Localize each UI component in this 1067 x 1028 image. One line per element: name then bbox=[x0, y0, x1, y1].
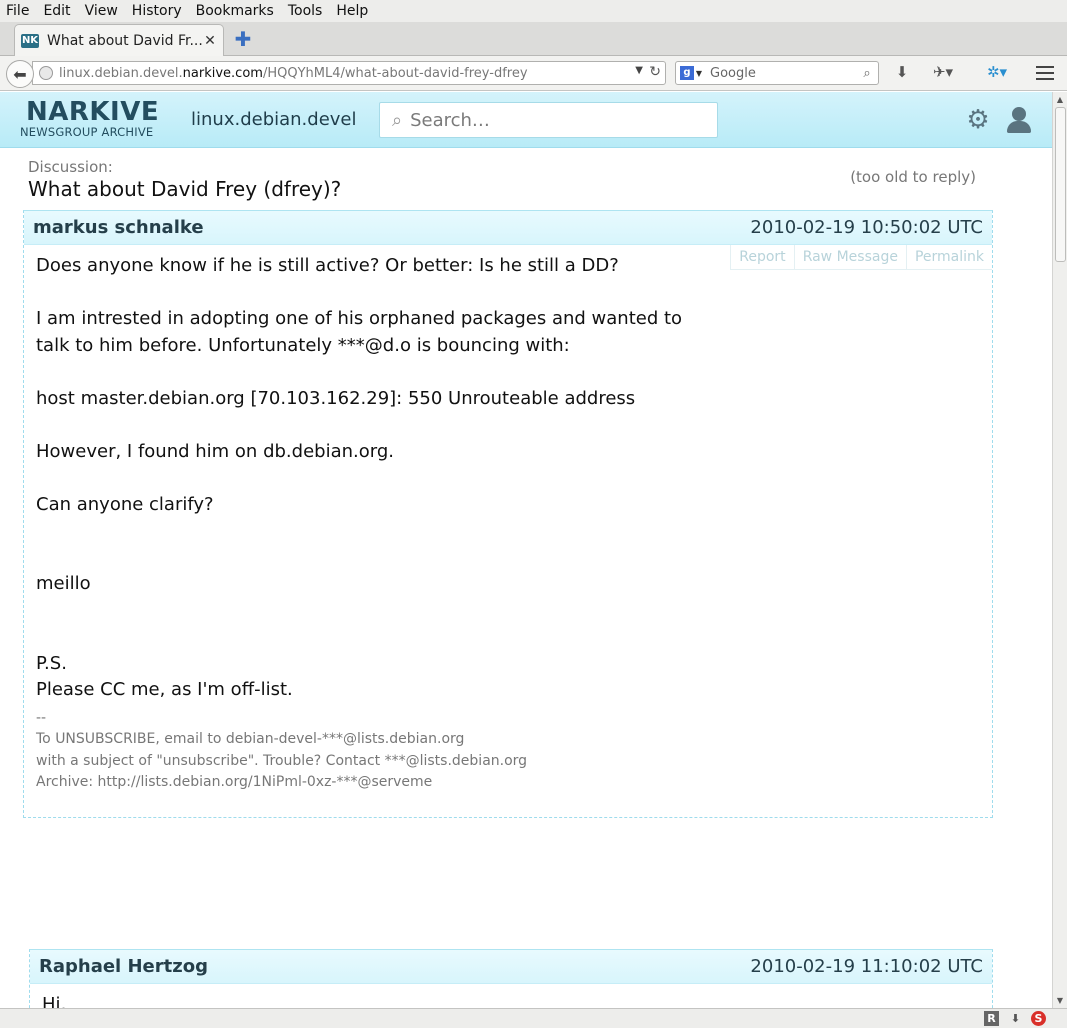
downloads-icon[interactable]: ⬇ bbox=[892, 63, 912, 83]
site-header: NARKIVE NEWSGROUP ARCHIVE linux.debian.d… bbox=[0, 92, 1052, 148]
web-search-box[interactable]: g ▼ Google ⌕ bbox=[675, 61, 879, 85]
message-header: Raphael Hertzog 2010-02-19 11:10:02 UTC bbox=[30, 950, 992, 984]
message-author[interactable]: Raphael Hertzog bbox=[39, 956, 208, 977]
menu-bookmarks[interactable]: Bookmarks bbox=[196, 3, 274, 19]
gear-icon[interactable]: ⚙ bbox=[964, 106, 992, 134]
tab-close-icon[interactable]: ✕ bbox=[203, 33, 217, 49]
search-icon[interactable]: ⌕ bbox=[856, 66, 878, 81]
narkive-logo[interactable]: NARKIVE NEWSGROUP ARCHIVE bbox=[20, 98, 160, 138]
menu-bar: File Edit View History Bookmarks Tools H… bbox=[0, 0, 1067, 22]
discussion-label: Discussion: bbox=[28, 158, 113, 176]
web-search-placeholder: Google bbox=[710, 65, 756, 81]
new-tab-icon[interactable]: ✚ bbox=[234, 29, 252, 49]
discussion-title: What about David Frey (dfrey)? bbox=[28, 177, 342, 201]
tab-title: What about David Fr... bbox=[47, 32, 203, 49]
site-favicon-icon: NK bbox=[21, 33, 39, 48]
message-author[interactable]: markus schnalke bbox=[33, 217, 204, 238]
scroll-up-icon[interactable]: ▲ bbox=[1055, 95, 1065, 104]
message-signature: -- To UNSUBSCRIBE, email to debian-devel… bbox=[36, 709, 528, 791]
menu-edit[interactable]: Edit bbox=[43, 3, 70, 19]
scrollbar-thumb[interactable] bbox=[1055, 107, 1066, 262]
raw-message-link[interactable]: Raw Message bbox=[793, 245, 906, 270]
message-actions: Report Raw Message Permalink bbox=[730, 245, 992, 270]
menu-history[interactable]: History bbox=[132, 3, 182, 19]
permalink-link[interactable]: Permalink bbox=[905, 245, 992, 270]
blocker-icon[interactable]: S bbox=[1031, 1011, 1046, 1026]
site-search-input[interactable]: ⌕ Search… bbox=[379, 102, 718, 138]
tab-active[interactable]: NK What about David Fr... ✕ bbox=[14, 24, 224, 56]
site-search-placeholder: Search… bbox=[410, 109, 490, 131]
status-bar: R ⬇ S bbox=[0, 1008, 1067, 1028]
logo-sub: NEWSGROUP ARCHIVE bbox=[20, 125, 154, 139]
message-2: Raphael Hertzog 2010-02-19 11:10:02 UTC … bbox=[29, 949, 993, 1008]
menu-file[interactable]: File bbox=[6, 3, 29, 19]
extension-icon[interactable]: ✈▾ bbox=[928, 63, 958, 83]
chevron-down-icon: ▼ bbox=[695, 68, 703, 78]
reload-icon[interactable]: ↻ bbox=[649, 64, 661, 80]
message-body: Hi, bbox=[42, 994, 67, 1008]
url-domain: narkive.com bbox=[182, 65, 263, 81]
back-button[interactable]: ⬅ bbox=[6, 60, 34, 88]
page-viewport: NARKIVE NEWSGROUP ARCHIVE linux.debian.d… bbox=[0, 92, 1052, 1008]
menu-view[interactable]: View bbox=[85, 3, 118, 19]
menu-help[interactable]: Help bbox=[336, 3, 368, 19]
vertical-scrollbar[interactable]: ▲ ▼ bbox=[1052, 92, 1067, 1008]
logo-main: NARKIVE bbox=[26, 97, 160, 127]
search-engine-selector[interactable]: g ▼ bbox=[676, 62, 706, 84]
addon-icon[interactable]: ✲▾ bbox=[980, 63, 1014, 83]
readability-icon[interactable]: R bbox=[984, 1011, 999, 1026]
message-date: 2010-02-19 10:50:02 UTC bbox=[750, 217, 983, 238]
url-history-dropdown-icon[interactable]: ▼ bbox=[635, 65, 643, 76]
message-body: Does anyone know if he is still active? … bbox=[36, 255, 683, 700]
scroll-down-icon[interactable]: ▼ bbox=[1055, 996, 1065, 1005]
message-1: markus schnalke 2010-02-19 10:50:02 UTC … bbox=[23, 210, 993, 818]
user-icon[interactable] bbox=[1004, 105, 1034, 135]
menu-hamburger-icon[interactable] bbox=[1036, 66, 1054, 84]
message-date: 2010-02-19 11:10:02 UTC bbox=[750, 956, 983, 977]
search-icon: ⌕ bbox=[392, 109, 403, 131]
url-bar[interactable]: linux.debian.devel. narkive.com/HQQYhML4/… bbox=[32, 61, 666, 85]
google-icon: g bbox=[679, 66, 694, 80]
group-name-link[interactable]: linux.debian.devel bbox=[191, 109, 357, 130]
message-header: markus schnalke 2010-02-19 10:50:02 UTC bbox=[24, 211, 992, 245]
nav-bar: linux.debian.devel. narkive.com/HQQYhML4/… bbox=[0, 56, 1067, 91]
url-path: /HQQYhML4/what-about-david-frey-dfrey bbox=[262, 65, 528, 81]
url-prefix: linux.debian.devel. bbox=[59, 65, 183, 81]
download-status-icon[interactable]: ⬇ bbox=[1008, 1011, 1023, 1026]
back-arrow-icon: ⬅ bbox=[13, 64, 27, 84]
tab-strip: NK What about David Fr... ✕ ✚ bbox=[0, 22, 1067, 56]
report-link[interactable]: Report bbox=[730, 245, 794, 270]
reply-status: (too old to reply) bbox=[850, 168, 976, 186]
site-identity-icon[interactable] bbox=[39, 66, 53, 80]
menu-tools[interactable]: Tools bbox=[288, 3, 323, 19]
